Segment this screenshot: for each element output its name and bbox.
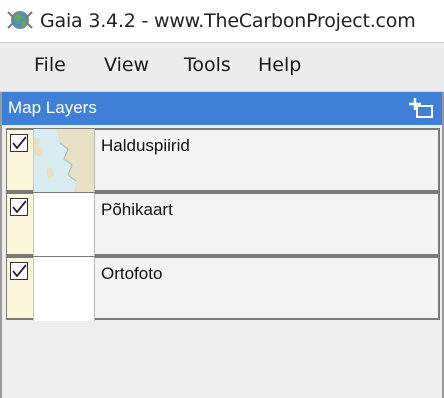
layer-row-halduspiirid[interactable]: Halduspiirid — [6, 128, 440, 193]
menu-file[interactable]: File — [34, 54, 66, 76]
menu-tools[interactable]: Tools — [184, 54, 231, 76]
gaia-globe-icon — [6, 8, 34, 32]
menu-view[interactable]: View — [104, 54, 149, 76]
blank-thumbnail — [33, 257, 95, 321]
layer-visibility-checkbox[interactable] — [10, 198, 28, 216]
title-bar: Gaia 3.4.2 - www.TheCarbonProject.com — [0, 0, 444, 42]
blank-thumbnail — [33, 193, 95, 257]
layer-name: Põhikaart — [101, 200, 173, 219]
menu-help[interactable]: Help — [258, 54, 301, 76]
layer-row-pohikaart[interactable]: Põhikaart — [6, 192, 440, 257]
layer-row-ortofoto[interactable]: Ortofoto — [6, 256, 440, 321]
layer-visibility-checkbox[interactable] — [10, 262, 28, 280]
layer-visibility-checkbox[interactable] — [10, 134, 28, 152]
menu-bar: File View Tools Help — [0, 42, 444, 92]
add-layer-icon[interactable] — [408, 96, 434, 120]
layer-name: Halduspiirid — [101, 136, 190, 155]
map-layers-header: Map Layers — [2, 92, 442, 125]
layer-name: Ortofoto — [101, 264, 163, 283]
window-title: Gaia 3.4.2 - www.TheCarbonProject.com — [40, 10, 416, 32]
panel-title: Map Layers — [8, 98, 97, 117]
map-layers-panel: Map Layers Halduspiirid Põhikaart Ortofo… — [0, 92, 444, 398]
map-thumbnail — [33, 129, 95, 193]
